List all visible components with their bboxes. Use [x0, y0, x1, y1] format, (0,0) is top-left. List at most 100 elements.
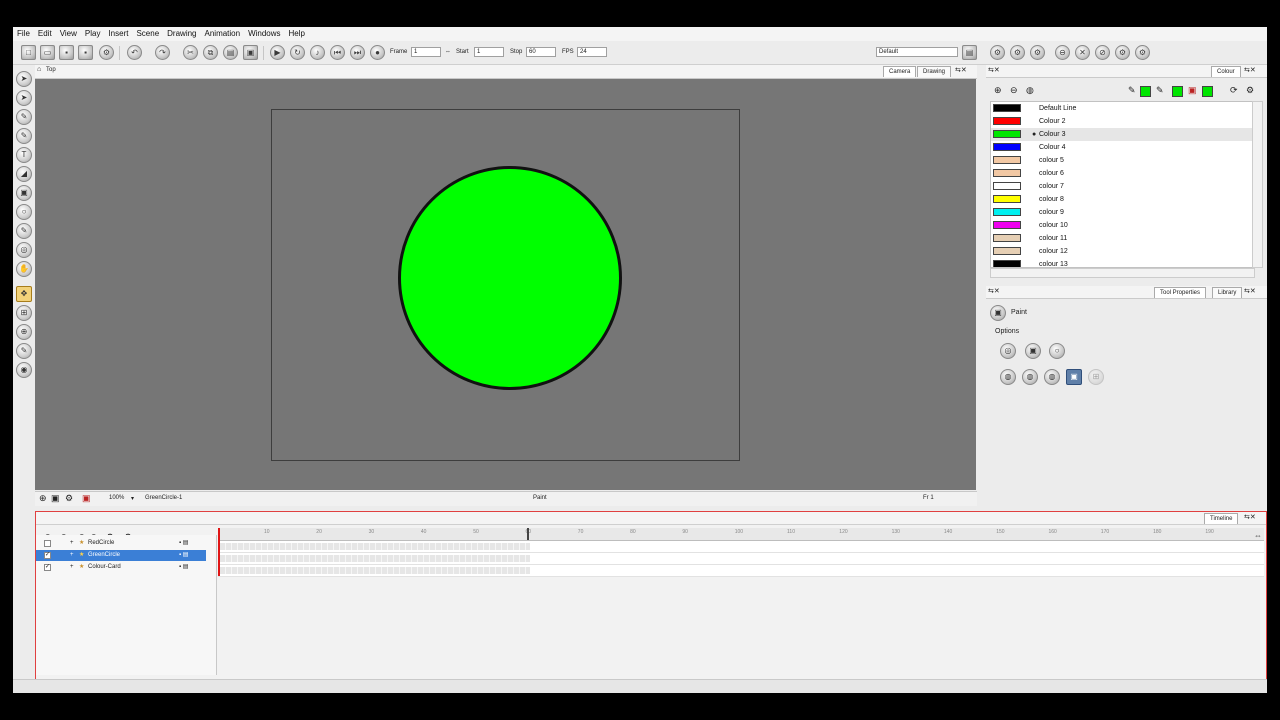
brush-tool-icon[interactable]: ✎	[16, 109, 32, 125]
menu-play[interactable]: Play	[81, 27, 105, 41]
tab-camera[interactable]: Camera	[883, 66, 917, 77]
layer-lock-icon[interactable]: ▪ ▤	[179, 562, 188, 573]
remove-colour-icon[interactable]: ⊖	[1010, 85, 1018, 96]
frame-row[interactable]	[218, 541, 1264, 553]
settings-icon[interactable]: ⚙	[65, 493, 73, 504]
layer-enable-checkbox[interactable]	[44, 540, 51, 547]
paint-unpainted-icon[interactable]: ◍	[1022, 369, 1038, 385]
menu-file[interactable]: File	[13, 27, 34, 41]
line-colour-icon[interactable]: ✎	[1128, 85, 1136, 96]
colour-swatch-row[interactable]: Default Line	[991, 102, 1254, 115]
colour-swatch-row[interactable]: colour 8	[991, 193, 1254, 206]
stop-frame-marker[interactable]	[527, 528, 529, 540]
ring-option-icon[interactable]: ○	[1049, 343, 1065, 359]
colour-swatch-row[interactable]: ● Colour 3	[991, 128, 1254, 141]
unpaint-icon[interactable]: ▣	[1066, 369, 1082, 385]
workspace-manager-icon[interactable]: ▤	[962, 45, 977, 60]
save-as-icon[interactable]: ▪	[78, 45, 93, 60]
open-folder-icon[interactable]: ▭	[40, 45, 55, 60]
cut-icon[interactable]: ✂	[183, 45, 198, 60]
menu-animation[interactable]: Animation	[201, 27, 245, 41]
exposure-cells[interactable]	[220, 555, 530, 562]
paint-all-icon[interactable]: ◍	[1000, 369, 1016, 385]
timeline-expand-icon[interactable]: ⇔	[1254, 531, 1262, 540]
menu-insert[interactable]: Insert	[104, 27, 132, 41]
colour-swatch-row[interactable]: colour 9	[991, 206, 1254, 219]
contour-editor-icon[interactable]: ➤	[16, 90, 32, 106]
layer-row[interactable]: + ★ RedCircle ▪ ▤	[36, 538, 206, 549]
paint-bucket-icon[interactable]: ▣	[1188, 85, 1197, 96]
ellipse-tool-icon[interactable]: ○	[16, 204, 32, 220]
hand-tool-icon[interactable]: ✋	[16, 261, 32, 277]
frame-ruler[interactable]: 1020304050607080901001101201301401501601…	[218, 528, 1264, 541]
transform-tool-icon[interactable]: ✥	[16, 286, 32, 302]
envelope-tool-icon[interactable]: ⊞	[16, 305, 32, 321]
save-icon[interactable]: ▪	[59, 45, 74, 60]
render-icon[interactable]: ▣	[243, 45, 258, 60]
layer-row[interactable]: ✓ + ★ Colour-Card ▪ ▤	[36, 562, 206, 573]
ink-tool-icon[interactable]: ◎	[16, 242, 32, 258]
copy-icon[interactable]: ⧉	[203, 45, 218, 60]
colour-list-scrollbar[interactable]	[1252, 101, 1263, 268]
export-icon[interactable]: ⚙	[99, 45, 114, 60]
frame-field[interactable]: 1	[411, 47, 441, 57]
redo-icon[interactable]: ↷	[155, 45, 170, 60]
add-colour-icon[interactable]: ⊕	[994, 85, 1002, 96]
layer-enable-checkbox[interactable]: ✓	[44, 564, 51, 571]
new-scene-icon[interactable]: □	[21, 45, 36, 60]
sound-icon[interactable]: ♪	[310, 45, 325, 60]
bottom-scrollbar[interactable]	[13, 679, 1267, 693]
settings-gear-icon[interactable]: ⚙	[1115, 45, 1130, 60]
layer-lock-icon[interactable]: ▪ ▤	[179, 550, 188, 561]
frame-row[interactable]	[218, 553, 1264, 565]
tab-colour[interactable]: Colour	[1211, 66, 1241, 77]
undo-icon[interactable]: ↶	[127, 45, 142, 60]
colour-swatch-row[interactable]: colour 13	[991, 258, 1254, 267]
peg-icon[interactable]: ⚙	[1010, 45, 1025, 60]
repaint-icon[interactable]: ◍	[1044, 369, 1060, 385]
colour-settings-icon[interactable]: ⚙	[1246, 85, 1254, 96]
loop-icon[interactable]: ↻	[290, 45, 305, 60]
menu-windows[interactable]: Windows	[244, 27, 284, 41]
preferences-icon[interactable]: ⚙	[1135, 45, 1150, 60]
render-view-icon[interactable]: ▣	[51, 493, 60, 504]
panel-close-icon[interactable]: ⇆✕	[1244, 513, 1256, 521]
fill-swatch[interactable]	[1172, 86, 1183, 97]
select-tool-icon[interactable]: ➤	[16, 71, 32, 87]
pen-tool-icon[interactable]: ✎	[16, 343, 32, 359]
bone-icon[interactable]: ⚙	[1030, 45, 1045, 60]
menu-edit[interactable]: Edit	[34, 27, 56, 41]
paste-icon[interactable]: ▤	[223, 45, 238, 60]
play-icon[interactable]: ▶	[270, 45, 285, 60]
expand-layer-icon[interactable]: +	[70, 538, 74, 549]
eraser-tool-icon[interactable]: ◢	[16, 166, 32, 182]
tab-library[interactable]: Library	[1212, 287, 1243, 298]
panel-menu-icon[interactable]: ⇆✕	[988, 287, 1000, 295]
panel-menu-icon[interactable]: ⇆✕	[988, 66, 1000, 74]
pencil-tool-icon[interactable]: ✎	[16, 128, 32, 144]
camera-viewport[interactable]	[35, 79, 976, 490]
fill-colour-icon[interactable]: ✎	[1156, 85, 1164, 96]
palette-options-icon[interactable]: ◍	[1026, 85, 1034, 96]
colour-swatch-row[interactable]: colour 5	[991, 154, 1254, 167]
expand-layer-icon[interactable]: +	[70, 550, 74, 561]
record-icon[interactable]: ●	[370, 45, 385, 60]
lasso-mode-icon[interactable]: ◎	[1000, 343, 1016, 359]
paint-tool-icon[interactable]: ▣	[16, 185, 32, 201]
menu-scene[interactable]: Scene	[132, 27, 163, 41]
tab-drawing[interactable]: Drawing	[917, 66, 952, 77]
tab-timeline[interactable]: Timeline	[1204, 513, 1239, 524]
colour-swatch-row[interactable]: colour 7	[991, 180, 1254, 193]
text-tool-icon[interactable]: T	[16, 147, 32, 163]
panel-menu-icon[interactable]: ⇆✕	[955, 66, 967, 74]
colour-swatch-row[interactable]: colour 11	[991, 232, 1254, 245]
colour-swatch-row[interactable]: colour 12	[991, 245, 1254, 258]
zoom-level[interactable]: 100%	[109, 495, 124, 501]
expand-layer-icon[interactable]: +	[70, 562, 74, 573]
panel-close-icon[interactable]: ⇆✕	[1244, 287, 1256, 295]
color-picker-icon[interactable]: ◉	[16, 362, 32, 378]
zoom-dropdown-icon[interactable]: ▾	[131, 495, 134, 502]
reset-icon[interactable]: ⊖	[1055, 45, 1070, 60]
swap-colour-icon[interactable]: ⟳	[1230, 85, 1238, 96]
layer-enable-checkbox[interactable]: ✓	[44, 552, 51, 559]
